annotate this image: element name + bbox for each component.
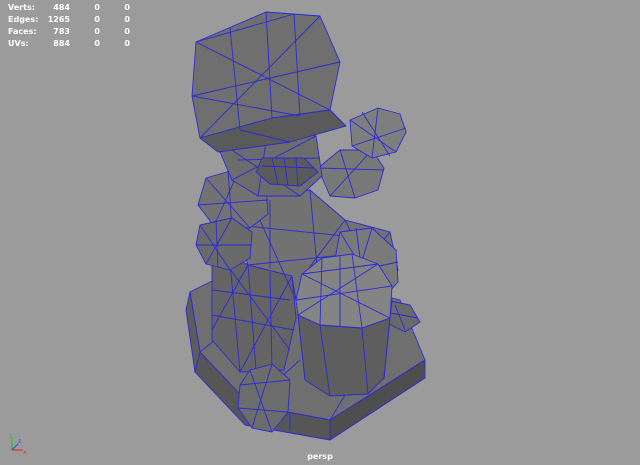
persp-viewport[interactable]: Verts: 484 0 0 Edges: 1265 0 0 Faces: 78… [0, 0, 640, 465]
axis-z-label: z [18, 438, 21, 445]
left-elbow [195, 217, 253, 271]
axis-y-label: y [9, 432, 13, 439]
wireframe-model[interactable] [0, 0, 640, 465]
camera-name-label: persp [307, 452, 333, 461]
